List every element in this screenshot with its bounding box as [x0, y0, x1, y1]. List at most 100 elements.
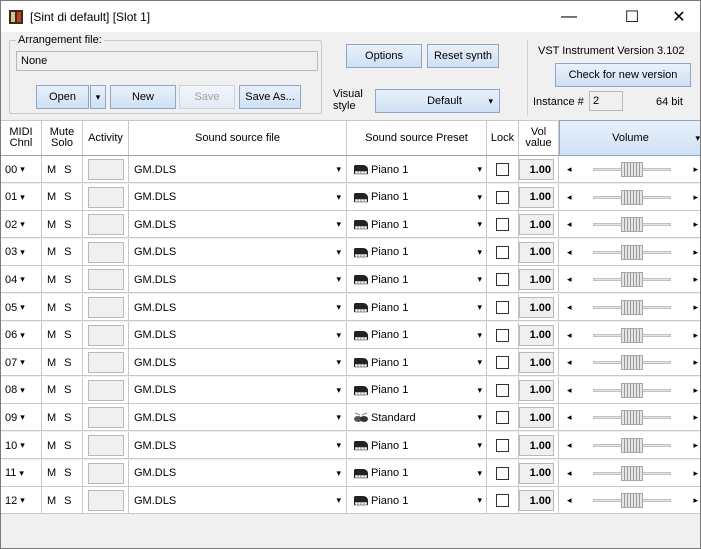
vol-value-field[interactable]: 1.00: [519, 379, 554, 401]
sound-source-file-dropdown[interactable]: GM.DLS ▾: [129, 321, 347, 349]
lock-checkbox[interactable]: [496, 439, 509, 452]
lock-checkbox[interactable]: [496, 383, 509, 397]
new-button[interactable]: New: [110, 85, 176, 109]
lock-checkbox[interactable]: [496, 301, 509, 314]
sound-source-preset-dropdown[interactable]: Piano 1 ▾: [347, 432, 487, 459]
volume-slider-thumb[interactable]: [621, 244, 643, 260]
sound-source-preset-dropdown[interactable]: Piano 1 ▾: [347, 183, 487, 211]
sound-source-file-dropdown[interactable]: GM.DLS ▾: [129, 156, 347, 183]
volume-slider[interactable]: ◂ ▸: [559, 266, 700, 293]
volume-slider[interactable]: ◂ ▸: [559, 349, 700, 376]
header-activity[interactable]: Activity: [83, 120, 129, 156]
arrow-right-icon[interactable]: ▸: [693, 192, 698, 203]
header-sound-source-file[interactable]: Sound source file: [129, 120, 347, 156]
save-button[interactable]: Save: [179, 85, 235, 109]
vol-value-field[interactable]: 1.00: [519, 435, 554, 456]
volume-slider[interactable]: ◂ ▸: [559, 211, 700, 238]
midi-channel-dropdown[interactable]: 01 ▾: [1, 183, 42, 211]
volume-slider[interactable]: ◂ ▸: [559, 487, 700, 514]
solo-button[interactable]: S: [64, 440, 71, 452]
sound-source-preset-dropdown[interactable]: Piano 1 ▾: [347, 156, 487, 183]
lock-checkbox[interactable]: [496, 218, 509, 232]
arrow-left-icon[interactable]: ◂: [567, 302, 572, 313]
midi-channel-dropdown[interactable]: 00 ▾: [1, 156, 42, 183]
minimize-button[interactable]: —: [546, 1, 592, 32]
solo-button[interactable]: S: [64, 412, 71, 424]
arrow-left-icon[interactable]: ◂: [567, 192, 572, 203]
solo-button[interactable]: S: [64, 357, 71, 369]
midi-channel-dropdown[interactable]: 11 ▾: [1, 459, 42, 487]
mute-button[interactable]: M: [47, 219, 56, 231]
solo-button[interactable]: S: [64, 467, 71, 479]
volume-slider[interactable]: ◂ ▸: [559, 156, 700, 183]
lock-checkbox[interactable]: [496, 356, 509, 370]
mute-button[interactable]: M: [47, 467, 56, 479]
lock-checkbox[interactable]: [496, 411, 509, 425]
sound-source-preset-dropdown[interactable]: Piano 1 ▾: [347, 294, 487, 321]
arrow-left-icon[interactable]: ◂: [567, 468, 572, 479]
volume-slider-thumb[interactable]: [621, 272, 643, 288]
mute-button[interactable]: M: [47, 495, 56, 507]
arrow-left-icon[interactable]: ◂: [567, 412, 572, 423]
sound-source-preset-dropdown[interactable]: Standard ▾: [347, 404, 487, 432]
mute-button[interactable]: M: [47, 191, 56, 203]
arrow-left-icon[interactable]: ◂: [567, 440, 572, 451]
close-button[interactable]: ✕: [656, 1, 700, 32]
options-button[interactable]: Options: [346, 44, 422, 68]
sound-source-preset-dropdown[interactable]: Piano 1 ▾: [347, 266, 487, 294]
sound-source-file-dropdown[interactable]: GM.DLS ▾: [129, 487, 347, 515]
reset-synth-button[interactable]: Reset synth: [427, 44, 499, 68]
midi-channel-dropdown[interactable]: 10 ▾: [1, 432, 42, 459]
volume-slider[interactable]: ◂ ▸: [559, 294, 700, 321]
sound-source-preset-dropdown[interactable]: Piano 1 ▾: [347, 321, 487, 349]
midi-channel-dropdown[interactable]: 08 ▾: [1, 376, 42, 404]
arrow-right-icon[interactable]: ▸: [693, 412, 698, 423]
midi-channel-dropdown[interactable]: 04 ▾: [1, 266, 42, 294]
sound-source-file-dropdown[interactable]: GM.DLS ▾: [129, 349, 347, 377]
mute-button[interactable]: M: [47, 384, 56, 396]
midi-channel-dropdown[interactable]: 05 ▾: [1, 294, 42, 321]
volume-slider[interactable]: ◂ ▸: [559, 184, 700, 211]
midi-channel-dropdown[interactable]: 03 ▾: [1, 238, 42, 266]
header-mute-solo[interactable]: Mute Solo: [42, 120, 83, 156]
sound-source-file-dropdown[interactable]: GM.DLS ▾: [129, 266, 347, 294]
sound-source-preset-dropdown[interactable]: Piano 1 ▾: [347, 459, 487, 487]
mute-button[interactable]: M: [47, 274, 56, 286]
volume-slider-thumb[interactable]: [621, 465, 643, 481]
sound-source-file-dropdown[interactable]: GM.DLS ▾: [129, 432, 347, 459]
volume-slider[interactable]: ◂ ▸: [559, 404, 700, 431]
midi-channel-dropdown[interactable]: 07 ▾: [1, 349, 42, 377]
arrow-right-icon[interactable]: ▸: [693, 330, 698, 341]
solo-button[interactable]: S: [64, 495, 71, 507]
lock-checkbox[interactable]: [496, 494, 509, 508]
volume-slider-thumb[interactable]: [621, 327, 643, 343]
arrow-left-icon[interactable]: ◂: [567, 274, 572, 285]
header-vol-value[interactable]: Vol value: [519, 120, 559, 156]
volume-slider-thumb[interactable]: [621, 410, 643, 426]
vol-value-field[interactable]: 1.00: [519, 352, 554, 374]
sound-source-file-dropdown[interactable]: GM.DLS ▾: [129, 459, 347, 487]
open-button[interactable]: Open: [36, 85, 89, 109]
visual-style-dropdown[interactable]: Default ▾: [375, 89, 500, 113]
arrow-right-icon[interactable]: ▸: [693, 302, 698, 313]
mute-button[interactable]: M: [47, 412, 56, 424]
save-as-button[interactable]: Save As...: [239, 85, 301, 109]
mute-button[interactable]: M: [47, 357, 56, 369]
solo-button[interactable]: S: [64, 219, 71, 231]
volume-slider[interactable]: ◂ ▸: [559, 460, 700, 487]
arrow-left-icon[interactable]: ◂: [567, 247, 572, 258]
volume-slider[interactable]: ◂ ▸: [559, 239, 700, 266]
sound-source-preset-dropdown[interactable]: Piano 1 ▾: [347, 349, 487, 377]
arrow-left-icon[interactable]: ◂: [567, 357, 572, 368]
mute-button[interactable]: M: [47, 246, 56, 258]
midi-channel-dropdown[interactable]: 12 ▾: [1, 487, 42, 515]
mute-button[interactable]: M: [47, 164, 56, 176]
volume-slider[interactable]: ◂ ▸: [559, 322, 700, 349]
midi-channel-dropdown[interactable]: 09 ▾: [1, 404, 42, 432]
volume-slider[interactable]: ◂ ▸: [559, 377, 700, 404]
arrow-right-icon[interactable]: ▸: [693, 495, 698, 506]
sound-source-file-dropdown[interactable]: GM.DLS ▾: [129, 404, 347, 432]
mute-button[interactable]: M: [47, 329, 56, 341]
sound-source-preset-dropdown[interactable]: Piano 1 ▾: [347, 376, 487, 404]
sound-source-preset-dropdown[interactable]: Piano 1 ▾: [347, 487, 487, 515]
